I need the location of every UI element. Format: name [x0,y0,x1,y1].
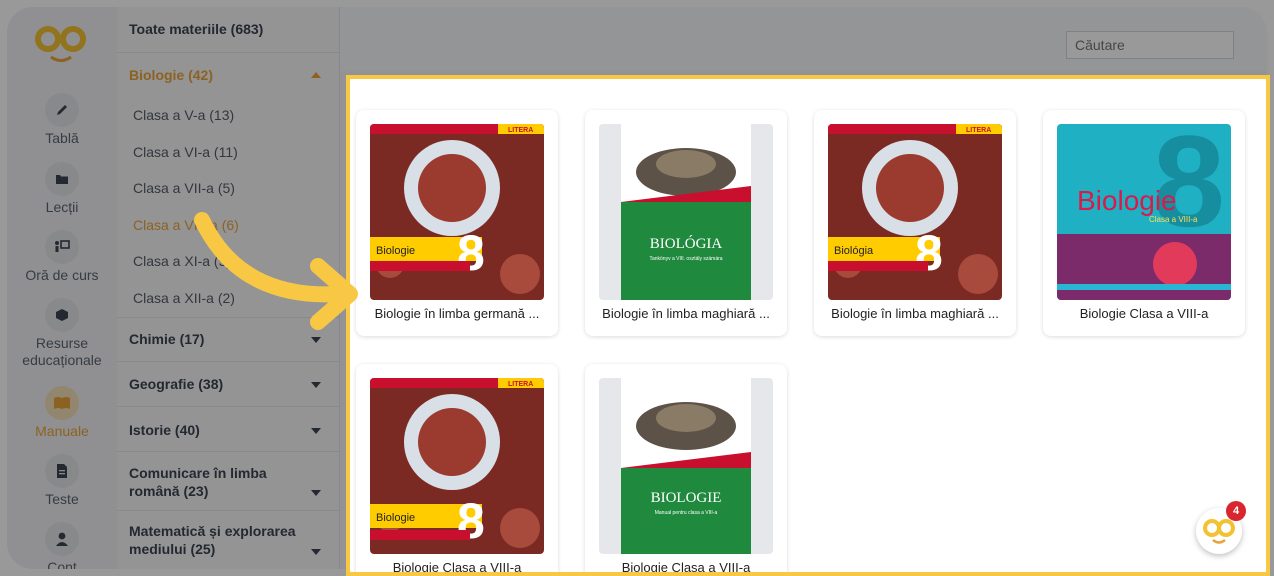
svg-text:Tankönyv a VIII. osztály számá: Tankönyv a VIII. osztály számára [649,256,722,262]
category-history[interactable]: Istorie (40) [129,422,329,438]
sidebar-item-label: Manuale [35,423,89,439]
sidebar-item-label: Resurse educaționale [22,335,102,368]
category-math[interactable]: Matematică și explorarea mediului (25) [129,522,329,558]
notification-badge: 4 [1226,501,1246,521]
subcategory-item-active[interactable]: Clasa a VIII-a (6) [133,217,333,233]
divider [117,451,339,452]
sidebar-item-resurse[interactable]: Resurse educaționale [7,298,117,369]
divider [117,52,339,53]
svg-text:Biologie: Biologie [376,512,415,524]
logo [35,26,86,62]
book-cover-image: 8 Biologie Clasa a VIII-a [1057,124,1231,300]
category-chemistry[interactable]: Chimie (17) [129,331,329,347]
pencil-icon [45,93,79,127]
book-title: Biologie Clasa a VIII-a [392,560,522,575]
search-input[interactable] [1066,31,1234,59]
svg-text:8: 8 [457,493,485,549]
svg-text:BIOLOGIE: BIOLOGIE [651,490,722,506]
svg-text:Clasa a VIII-a: Clasa a VIII-a [1149,215,1198,224]
textbook-card[interactable]: BIOLOGIE Manual pentru clasa a VIII-a Bi… [585,364,787,575]
sidebar-item-tabla[interactable]: Tablă [7,93,117,146]
divider [117,317,339,318]
category-biology[interactable]: Biologie (42) [129,67,329,83]
textbook-card[interactable]: Biologie LITERA 8 Biologie Clasa a VIII-… [356,364,558,575]
sidebar-item-manuale[interactable]: Manuale [7,386,117,439]
book-title: Biologie Clasa a VIII-a [621,560,751,575]
chevron-down-icon [311,549,321,555]
sidebar-item-label: Teste [45,491,79,507]
svg-text:8: 8 [915,225,943,281]
divider [117,361,339,362]
svg-text:Biologie: Biologie [1077,185,1177,216]
sidebar-item-ora-de-curs[interactable]: Oră de curs [7,230,117,283]
user-icon [45,522,79,556]
sidebar-item-lectii[interactable]: Lecții [7,162,117,215]
sidebar-item-teste[interactable]: Teste [7,454,117,507]
textbook-card[interactable]: Biologie LITERA 8 Biologie în limba germ… [356,110,558,336]
category-communication[interactable]: Comunicare în limba română (23) [129,464,329,500]
chevron-down-icon [311,428,321,434]
divider [117,406,339,407]
textbook-card[interactable]: 8 Biologie Clasa a VIII-a Biologie Clasa… [1043,110,1245,336]
book-cover-image: Biológia LITERA 8 [828,124,1002,300]
subcategory-item[interactable]: Clasa a VII-a (5) [133,180,333,196]
svg-text:BIOLÓGIA: BIOLÓGIA [650,235,723,252]
svg-text:Biológia: Biológia [834,245,874,257]
textbook-card[interactable]: Biológia LITERA 8 Biologie în limba magh… [814,110,1016,336]
sidebar-item-label: Lecții [45,199,79,215]
subcategory-item[interactable]: Clasa a XII-a (2) [133,290,333,306]
category-all[interactable]: Toate materiile (683) [129,21,329,37]
book-cover-image: Biologie LITERA 8 [370,378,544,554]
top-bar [340,7,1267,71]
subcategory-item[interactable]: Clasa a XI-a (5) [133,253,333,269]
book-cover-image: BIOLÓGIA Tankönyv a VIII. osztály számár… [599,124,773,300]
book-title: Biologie în limba germană ... [374,306,540,321]
chevron-down-icon [311,337,321,343]
svg-text:LITERA: LITERA [508,127,533,134]
chevron-up-icon [311,72,321,78]
sidebar-item-label: Cont [47,559,77,569]
category-label: Chimie (17) [129,331,205,347]
book-title: Biologie în limba maghiară ... [602,306,770,321]
category-label: Comunicare în limba română (23) [129,465,267,499]
subject-panel: Toate materiile (683) Biologie (42) Clas… [117,7,340,569]
sidebar-item-label: Tablă [45,130,79,146]
subcategory-item[interactable]: Clasa a VI-a (11) [133,144,333,160]
category-label: Geografie (38) [129,376,224,392]
category-label: Matematică și explorarea mediului (25) [129,523,296,557]
chevron-down-icon [311,382,321,388]
book-cover-image: BIOLOGIE Manual pentru clasa a VIII-a [599,378,773,554]
folder-icon [45,162,79,196]
sidebar-item-cont[interactable]: Cont [7,522,117,569]
book-icon [45,386,79,420]
category-label: Istorie (40) [129,422,200,438]
teacher-board-icon [45,230,79,264]
textbook-card[interactable]: BIOLÓGIA Tankönyv a VIII. osztály számár… [585,110,787,336]
svg-text:8: 8 [457,225,485,281]
sidebar-item-label: Oră de curs [25,267,99,283]
book-cover-image: Biologie LITERA 8 [370,124,544,300]
main-sidebar: Tablă Lecții Oră de curs Resurse educați… [7,7,117,569]
svg-text:Biologie: Biologie [376,245,415,257]
chevron-down-icon [311,490,321,496]
cube-icon [45,298,79,332]
category-geography[interactable]: Geografie (38) [129,376,329,392]
svg-text:Manual pentru clasa a VIII-a: Manual pentru clasa a VIII-a [655,510,718,516]
category-label: Biologie (42) [129,67,214,83]
document-icon [45,454,79,488]
book-title: Biologie Clasa a VIII-a [1079,306,1209,321]
divider [117,510,339,511]
svg-text:LITERA: LITERA [508,381,533,388]
subcategory-item[interactable]: Clasa a V-a (13) [133,107,333,123]
svg-text:LITERA: LITERA [966,127,991,134]
book-title: Biologie în limba maghiară ... [831,306,999,321]
textbook-grid: Biologie LITERA 8 Biologie în limba germ… [346,75,1270,576]
